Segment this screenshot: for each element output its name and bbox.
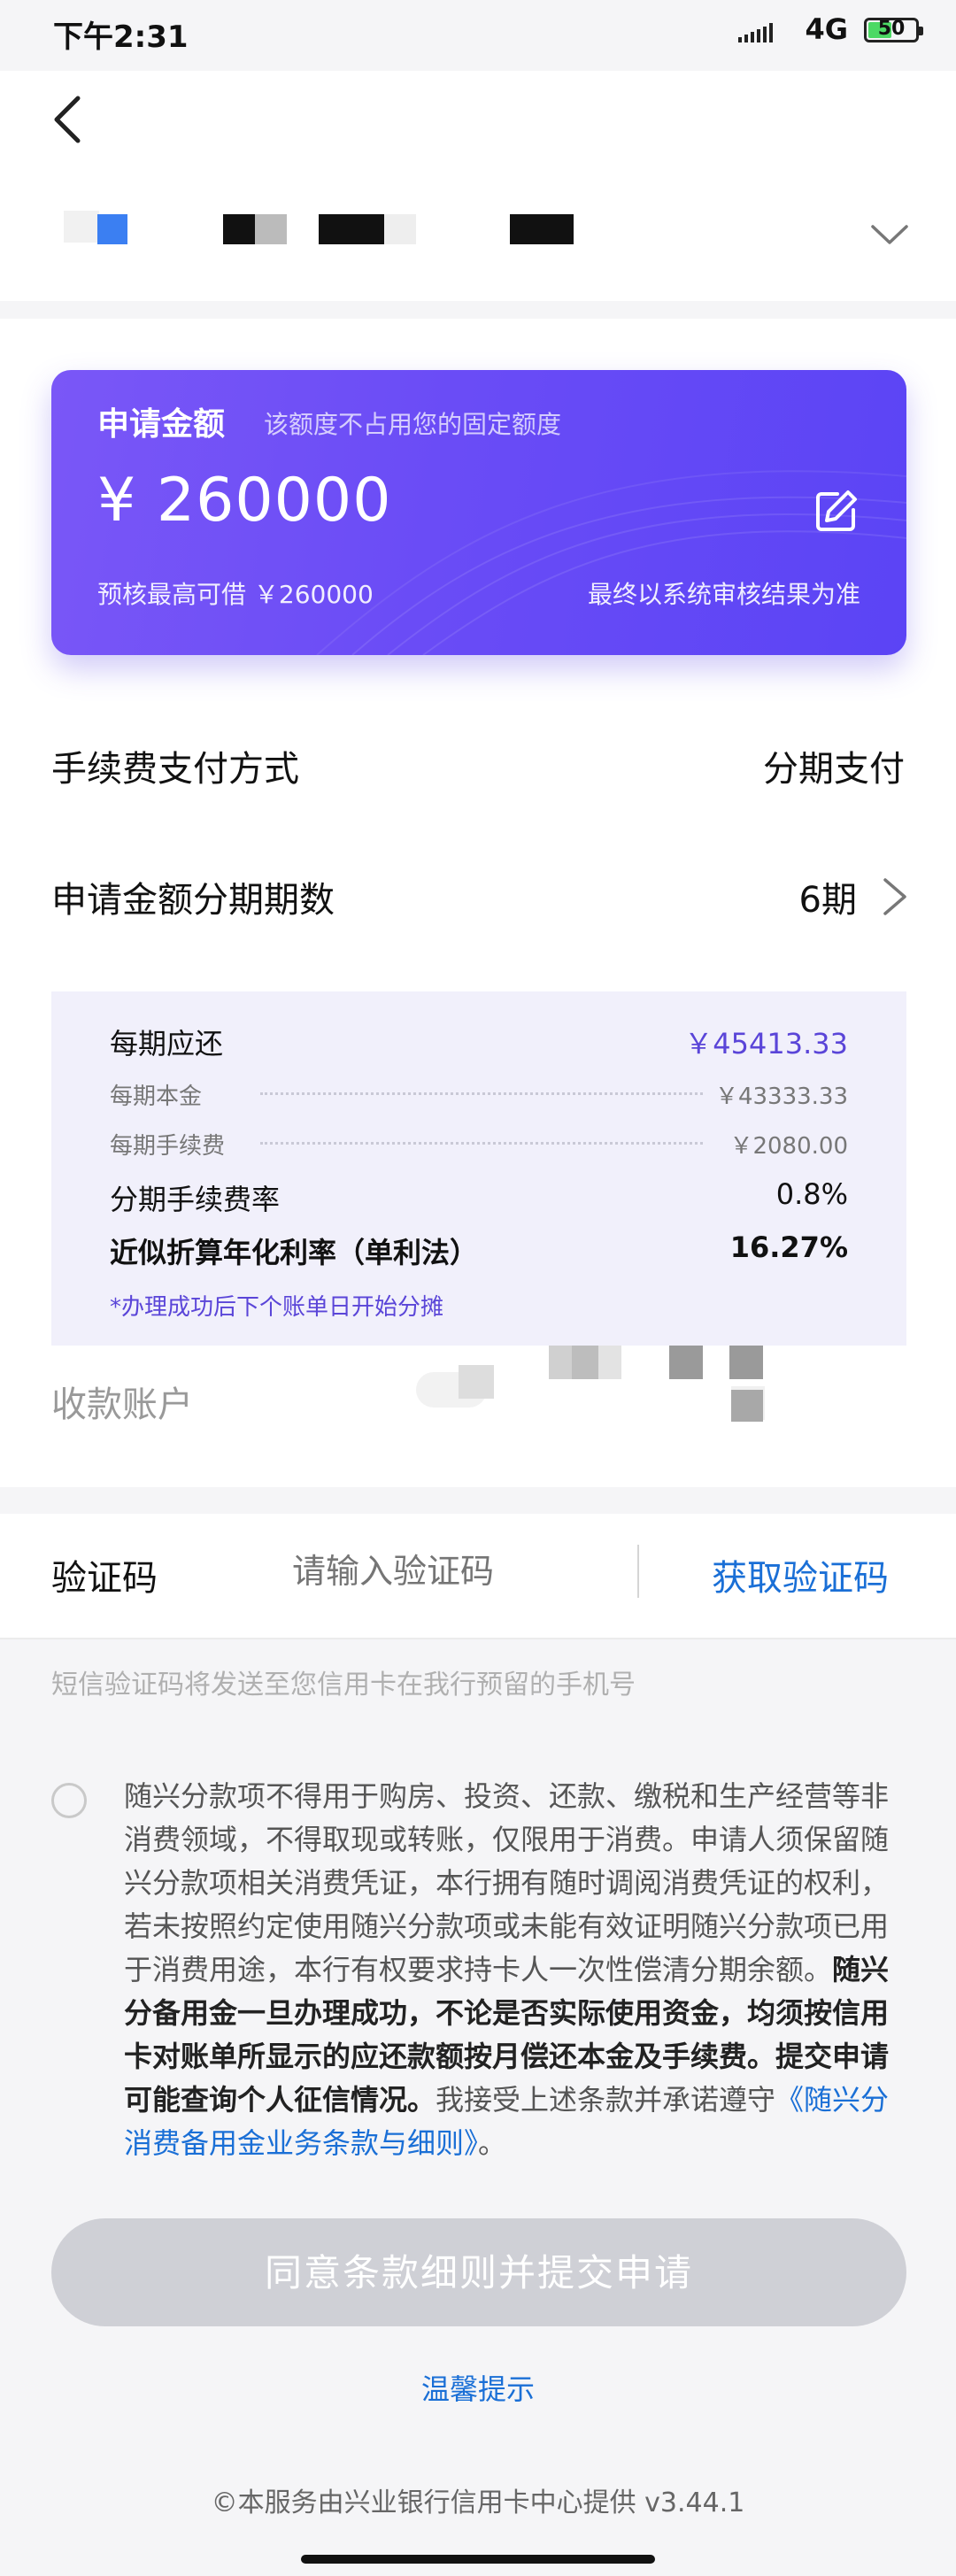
status-time: 下午2:31 (53, 19, 189, 55)
pre-approved-amount: 预核最高可借 ￥260000 (97, 580, 374, 609)
fee-method-label: 手续费支付方式 (51, 749, 299, 790)
sms-code-input[interactable] (292, 1539, 620, 1604)
network-type: 4G (805, 12, 848, 46)
sms-label: 验证码 (51, 1558, 158, 1599)
divider (637, 1545, 639, 1598)
apr-label: 近似折算年化利率（单利法） (110, 1236, 479, 1269)
receiving-account-label: 收款账户 (51, 1384, 193, 1425)
redacted-block (384, 214, 416, 244)
home-indicator[interactable] (301, 2555, 655, 2564)
fee-label: 每期手续费 (110, 1133, 226, 1160)
edit-icon[interactable] (811, 487, 860, 536)
redacted-block (64, 211, 99, 243)
fee-method-value: 分期支付 (763, 749, 905, 790)
installment-details: 每期应还 ￥45413.33 每期本金 ￥43333.33 每期手续费 ￥208… (51, 991, 906, 1346)
signal-icon (738, 23, 773, 42)
installments-value: 6期 (798, 880, 857, 921)
battery-level: 50 (877, 18, 906, 40)
receiving-account-redacted (416, 1319, 912, 1443)
redacted-block (510, 214, 574, 244)
submit-button[interactable]: 同意条款细则并提交申请 (51, 2218, 906, 2326)
agreement-text: 随兴分款项不得用于购房、投资、还款、缴税和生产经营等非消费领域，不得取现或转账，… (124, 1775, 894, 2165)
redacted-block (97, 214, 127, 244)
divider (0, 1638, 956, 1639)
get-code-button[interactable]: 获取验证码 (712, 1549, 889, 1600)
card-title: 申请金额 (97, 406, 226, 443)
per-period-label: 每期应还 (110, 1027, 224, 1060)
sms-hint: 短信验证码将发送至您信用卡在我行预留的手机号 (51, 1670, 636, 1701)
apportion-note: *办理成功后下个账单日开始分摊 (110, 1294, 444, 1321)
final-review-note: 最终以系统审核结果为准 (587, 580, 860, 609)
principal-value: ￥43333.33 (714, 1084, 848, 1110)
chevron-down-icon[interactable] (869, 221, 910, 248)
chevron-right-icon[interactable] (880, 876, 910, 917)
fee-rate-value: 0.8% (775, 1177, 848, 1211)
redacted-block (319, 214, 384, 244)
agreement-text-part1: 随兴分款项不得用于购房、投资、还款、缴税和生产经营等非消费领域，不得取现或转账，… (124, 1779, 890, 1986)
redacted-block (255, 214, 287, 244)
fee-value: ￥2080.00 (729, 1133, 848, 1160)
tips-link[interactable]: 温馨提示 (0, 2367, 956, 2408)
card-subtitle: 该额度不占用您的固定额度 (264, 410, 562, 439)
back-icon[interactable] (44, 93, 97, 146)
fee-rate-label: 分期手续费率 (110, 1183, 281, 1216)
installments-label: 申请金额分期期数 (51, 880, 335, 921)
agreement-text-part2: 我接受上述条款并承诺遵守 (436, 2083, 776, 2117)
dotted-leader (260, 1092, 703, 1095)
per-period-value: ￥45413.33 (684, 1027, 848, 1060)
amount-card: 申请金额 该额度不占用您的固定额度 ¥ 260000 预核最高可借 ￥26000… (51, 370, 906, 655)
nav-bar (0, 71, 956, 177)
redacted-block (223, 214, 255, 244)
dotted-leader (260, 1142, 703, 1145)
footer-text: ©本服务由兴业银行信用卡中心提供 v3.44.1 (211, 2487, 745, 2518)
agreement-text-end: 。 (478, 2126, 507, 2160)
battery-icon: 50 (864, 18, 923, 42)
card-selector[interactable] (0, 177, 956, 301)
principal-label: 每期本金 (110, 1084, 203, 1110)
agree-radio[interactable] (51, 1783, 87, 1818)
apr-value: 16.27% (729, 1230, 848, 1264)
amount-value: ¥ 260000 (97, 466, 392, 536)
